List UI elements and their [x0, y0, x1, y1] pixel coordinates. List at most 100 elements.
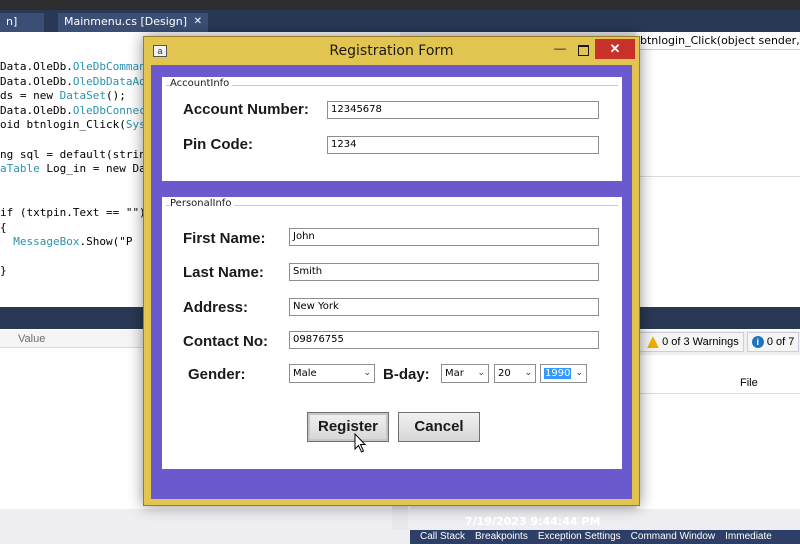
code-line: aTable Log_in = new Dat: [0, 162, 152, 176]
scrollbar[interactable]: [392, 505, 408, 533]
birth-day-select[interactable]: 20 ⌄: [494, 364, 536, 383]
code-editor-right[interactable]: [640, 32, 800, 307]
tool-window-tabs: Call Stack Breakpoints Exception Settings C…: [410, 530, 800, 544]
info-icon: i: [751, 336, 764, 349]
birth-month-value: Mar: [445, 368, 464, 379]
gender-select[interactable]: Male ⌄: [289, 364, 375, 383]
personal-info-group: PersonalInfo First Name: John Last Name:…: [162, 197, 622, 469]
error-list-toolbar: 0 of 3 Warnings i 0 of 7: [636, 331, 800, 355]
code-token: aTable: [0, 162, 40, 176]
birth-year-value: 1990: [544, 368, 572, 379]
code-token: if (txtpin.Text == ""): [0, 206, 146, 219]
code-token: ng sql = default(strin: [0, 147, 146, 161]
address-input[interactable]: New York: [289, 298, 599, 316]
code-token: Data.OleDb.: [0, 103, 73, 117]
file-column-header[interactable]: File: [740, 372, 758, 394]
cancel-button[interactable]: Cancel: [398, 412, 480, 442]
error-list-header: File: [636, 372, 800, 394]
code-token: oid btnlogin_Click(: [0, 118, 126, 132]
last-name-label: Last Name:: [183, 264, 264, 281]
birth-year-select[interactable]: 1990 ⌄: [540, 364, 587, 383]
warnings-filter-button[interactable]: 0 of 3 Warnings: [636, 332, 744, 353]
code-token: ();: [105, 89, 126, 103]
messages-filter-button[interactable]: i 0 of 7: [746, 332, 800, 353]
code-line: oid btnlogin_Click(Sys: [0, 118, 146, 132]
account-info-group: AccountInfo Account Number: 12345678 Pin…: [162, 77, 622, 181]
window-title-bar[interactable]: a Registration Form — ✕: [144, 37, 639, 65]
document-tab-code[interactable]: n]: [0, 13, 44, 32]
code-token: .Show("P: [79, 235, 133, 249]
tool-window-tab[interactable]: Immediate: [725, 530, 772, 544]
tab-close-icon[interactable]: ✕: [194, 13, 202, 31]
contact-no-label: Contact No:: [183, 333, 268, 350]
tool-window-tab[interactable]: Call Stack: [420, 530, 465, 544]
last-name-input[interactable]: Smith: [289, 263, 599, 281]
gender-label: Gender:: [188, 366, 246, 383]
code-line: {: [0, 221, 7, 235]
code-token: DataSet: [59, 89, 106, 103]
gender-value: Male: [293, 368, 317, 379]
chevron-down-icon: ⌄: [575, 368, 583, 378]
chevron-down-icon: ⌄: [363, 368, 371, 378]
code-token: Log_in = new Dat: [39, 162, 153, 176]
tool-window-tab[interactable]: Exception Settings: [538, 530, 621, 544]
pin-code-label: Pin Code:: [183, 136, 253, 153]
address-label: Address:: [183, 299, 249, 316]
account-number-input[interactable]: 12345678: [327, 101, 599, 119]
birth-month-select[interactable]: Mar ⌄: [441, 364, 489, 383]
code-token: OleDbDataAda: [72, 74, 153, 88]
code-line: MessageBox.Show("P: [0, 235, 132, 249]
code-line: }: [0, 264, 7, 278]
code-token: OleDbConnect: [72, 103, 153, 117]
register-button[interactable]: Register: [307, 412, 389, 442]
tool-window-tab[interactable]: Breakpoints: [475, 530, 528, 544]
code-line: Data.OleDb.OleDbConnect: [0, 104, 152, 118]
account-number-label: Account Number:: [183, 101, 309, 118]
mouse-pointer-icon: [354, 433, 367, 453]
code-token: Data.OleDb.: [0, 60, 73, 73]
warning-icon: [647, 336, 659, 349]
messages-count: 0 of 7: [766, 336, 795, 349]
editor-divider: [640, 176, 800, 177]
code-token: MessageBox: [13, 235, 80, 249]
code-token: }: [0, 264, 7, 278]
personal-info-group-label: PersonalInfo: [170, 198, 235, 209]
document-tab-label: n]: [6, 15, 18, 28]
registration-form-window: a Registration Form — ✕ AccountInfo Acco…: [143, 36, 640, 528]
chevron-down-icon: ⌄: [524, 368, 532, 378]
code-line: ng sql = default(strin: [0, 148, 146, 162]
code-token: ds = new: [0, 89, 60, 103]
first-name-input[interactable]: John: [289, 228, 599, 246]
form-client-area: AccountInfo Account Number: 12345678 Pin…: [151, 65, 632, 528]
ide-top-strip: [0, 0, 800, 10]
bday-label: B-day:: [383, 366, 430, 383]
code-line: Data.OleDb.OleDbCommand: [0, 60, 152, 74]
code-token: Data.OleDb.: [0, 74, 73, 88]
chevron-down-icon: ⌄: [477, 368, 485, 378]
code-line: if (txtpin.Text == ""): [0, 206, 146, 220]
ide-status-strip: [0, 530, 410, 544]
contact-no-input[interactable]: 09876755: [289, 331, 599, 349]
document-tab-label: Mainmenu.cs [Design]: [64, 15, 188, 28]
account-info-group-label: AccountInfo: [170, 78, 233, 89]
first-name-label: First Name:: [183, 230, 266, 247]
tool-window-tab[interactable]: Command Window: [631, 530, 715, 544]
birth-day-value: 20: [498, 368, 511, 379]
value-column-header[interactable]: Value: [18, 330, 45, 348]
code-line: Data.OleDb.OleDbDataAda: [0, 75, 152, 89]
minimize-button[interactable]: —: [549, 41, 571, 59]
error-list-panel[interactable]: [636, 329, 800, 509]
code-token: OleDbCommand: [72, 60, 153, 73]
close-button[interactable]: ✕: [595, 39, 635, 59]
datetime-label: 7/19/2023 9:44:44 PM: [465, 515, 601, 528]
code-token: {: [0, 220, 7, 234]
method-name: btnlogin_Click(object sender, EventArgs …: [640, 34, 800, 47]
group-border: [166, 85, 618, 86]
code-line: ds = new DataSet();: [0, 89, 126, 103]
document-tab-mainmenu-design[interactable]: Mainmenu.cs [Design] ✕: [58, 13, 208, 32]
pin-code-input[interactable]: 1234: [327, 136, 599, 154]
method-navigation-bar[interactable]: btnlogin_Click(object sender, EventArgs …: [636, 32, 800, 50]
maximize-button[interactable]: [572, 41, 594, 59]
ide-document-tabs: n] Mainmenu.cs [Design] ✕: [0, 10, 800, 32]
